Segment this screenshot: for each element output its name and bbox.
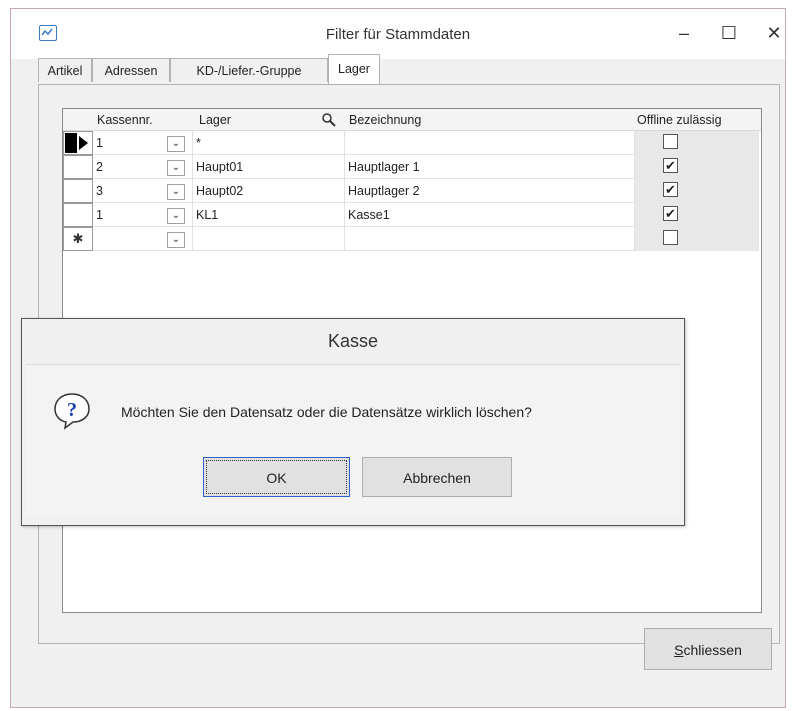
close-button-label: chliessen [683,642,742,658]
table-row[interactable]: 2 ⌄ Haupt01 Hauptlager 1 ✔ [63,155,759,179]
dialog-body: ? Möchten Sie den Datensatz oder die Dat… [26,364,680,515]
cell-bezeichnung[interactable] [345,131,635,155]
cell-offline[interactable] [635,131,759,155]
cell-lager[interactable]: KL1 [193,203,345,227]
tab-kd-liefer-gruppe[interactable]: KD-/Liefer.-Gruppe [170,58,328,82]
offline-checkbox[interactable]: ✔ [663,158,678,173]
cell-offline[interactable]: ✔ [635,203,759,227]
row-indicator-current[interactable] [63,131,93,155]
table-row[interactable]: 1 ⌄ * [63,131,759,155]
minimize-icon[interactable]: – [666,19,702,47]
chevron-down-icon[interactable]: ⌄ [167,232,185,248]
title-bar: Filter für Stammdaten – ☐ ✕ [11,9,785,59]
dialog-title: Kasse [327,331,379,351]
close-icon[interactable]: ✕ [756,19,792,47]
ok-button[interactable]: OK [203,457,350,497]
offline-checkbox[interactable]: ✔ [663,206,678,221]
cell-bezeichnung[interactable]: Hauptlager 2 [345,179,635,203]
offline-checkbox[interactable] [663,134,678,149]
table-row[interactable]: 3 ⌄ Haupt02 Hauptlager 2 ✔ [63,179,759,203]
tab-artikel[interactable]: Artikel [38,58,92,82]
table-row-new[interactable]: ✱ ⌄ [63,227,759,251]
cell-offline[interactable] [635,227,759,251]
cell-bezeichnung[interactable]: Hauptlager 1 [345,155,635,179]
grid-corner [63,109,93,131]
cell-lager[interactable]: Haupt02 [193,179,345,203]
cell-offline[interactable]: ✔ [635,155,759,179]
table-row[interactable]: 1 ⌄ KL1 Kasse1 ✔ [63,203,759,227]
confirm-dialog: Kasse ? Möchten Sie den Datensatz oder d… [21,318,685,526]
offline-checkbox[interactable] [663,230,678,245]
dialog-message: Möchten Sie den Datensatz oder die Daten… [121,404,532,420]
column-header-offline[interactable]: Offline zulässig [635,109,761,131]
cell-lager[interactable]: Haupt01 [193,155,345,179]
search-icon[interactable] [317,109,341,131]
row-indicator[interactable] [63,155,93,179]
offline-checkbox[interactable]: ✔ [663,182,678,197]
tab-lager[interactable]: Lager [328,54,380,84]
column-header-bezeichnung[interactable]: Bezeichnung [345,109,635,131]
chevron-down-icon[interactable]: ⌄ [167,160,185,176]
cancel-button[interactable]: Abbrechen [362,457,512,497]
column-header-kassennr[interactable]: Kassennr. [93,109,193,131]
chevron-down-icon[interactable]: ⌄ [167,136,185,152]
cell-lager[interactable] [193,227,345,251]
question-icon: ? [52,391,92,431]
tab-adressen[interactable]: Adressen [92,58,170,82]
cell-bezeichnung[interactable] [345,227,635,251]
svg-text:?: ? [67,399,77,421]
maximize-icon[interactable]: ☐ [711,19,747,47]
new-row-icon[interactable]: ✱ [63,227,93,251]
cell-offline[interactable]: ✔ [635,179,759,203]
chevron-down-icon[interactable]: ⌄ [167,208,185,224]
cell-bezeichnung[interactable]: Kasse1 [345,203,635,227]
close-button[interactable]: Schliessen [644,628,772,670]
row-indicator[interactable] [63,203,93,227]
row-indicator[interactable] [63,179,93,203]
cell-lager[interactable]: * [193,131,345,155]
chevron-down-icon[interactable]: ⌄ [167,184,185,200]
